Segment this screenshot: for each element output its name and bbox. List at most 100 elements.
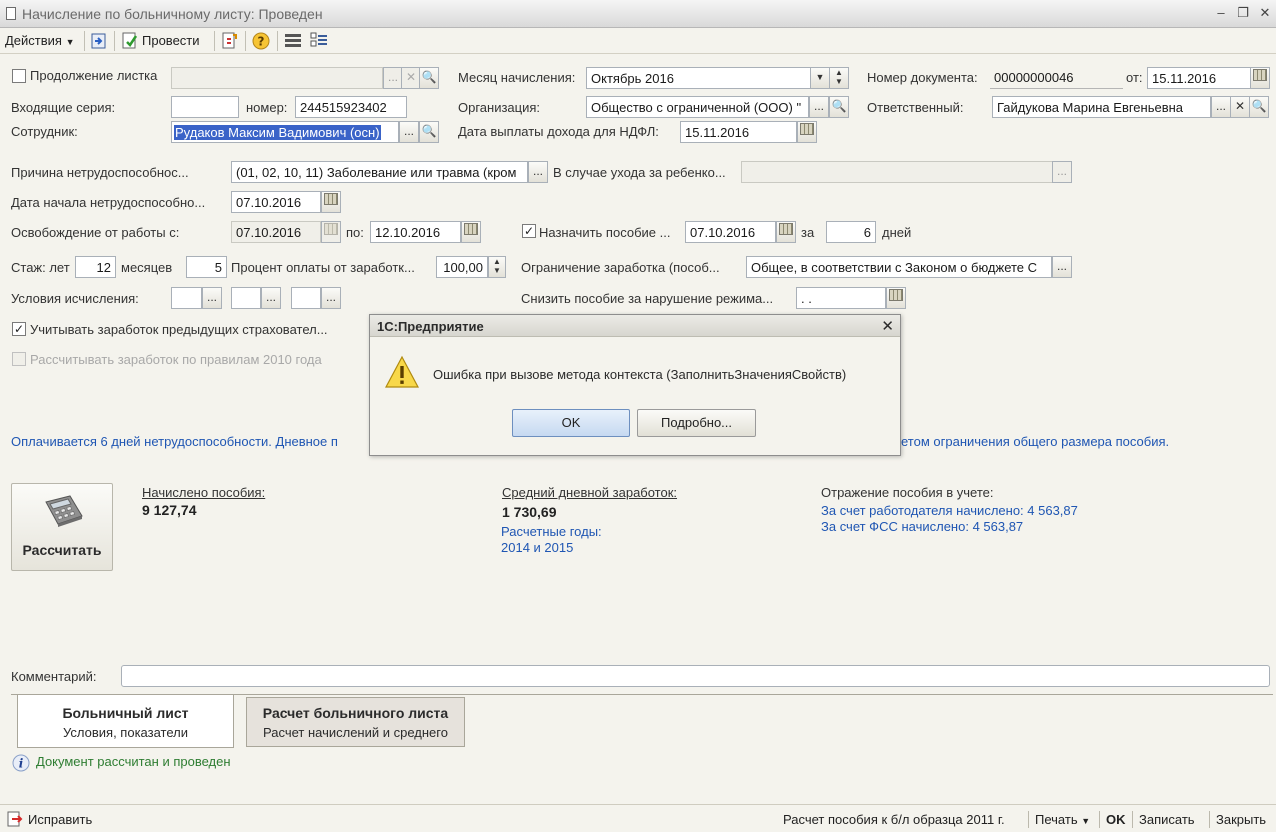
calculate-button[interactable]: Рассчитать — [11, 483, 113, 571]
post-button[interactable]: Провести — [142, 33, 200, 48]
fix-icon[interactable] — [6, 810, 24, 828]
responsible-search-icon[interactable]: 🔍 — [1249, 96, 1269, 118]
percent-label: Процент оплаты от заработк... — [231, 260, 415, 275]
number-field[interactable]: 244515923402 — [295, 96, 407, 118]
start-date-field[interactable]: 07.10.2016 — [231, 191, 321, 213]
condition-3-select-icon[interactable]: ... — [321, 287, 341, 309]
window-title: Начисление по больничному листу: Проведе… — [22, 6, 323, 22]
movements-icon[interactable] — [219, 31, 239, 51]
minimize-icon[interactable]: – — [1212, 5, 1230, 20]
continuation-search-icon[interactable]: 🔍 — [419, 67, 439, 89]
dialog-details-button[interactable]: Подробно... — [637, 409, 756, 437]
condition-1-field[interactable] — [171, 287, 202, 309]
incoming-series-field[interactable] — [171, 96, 239, 118]
responsible-field[interactable]: Гайдукова Марина Евгеньевна — [992, 96, 1211, 118]
reason-label: Причина нетрудоспособнос... — [11, 165, 189, 180]
close-button[interactable]: Закрыть — [1216, 812, 1266, 827]
employee-select-icon[interactable]: ... — [399, 121, 419, 143]
fss-accrued-link[interactable]: За счет ФСС начислено: 4 563,87 — [821, 519, 1023, 534]
reason-field[interactable]: (01, 02, 10, 11) Заболевание или травма … — [231, 161, 528, 183]
percent-field[interactable]: 100,00 — [436, 256, 488, 278]
continuation-label: Продолжение листка — [30, 68, 158, 83]
employee-field[interactable]: Рудаков Максим Вадимович (осн) — [171, 121, 399, 143]
avg-earnings-value: 1 730,69 — [502, 504, 557, 520]
ndfl-date-field[interactable]: 15.11.2016 — [680, 121, 797, 143]
org-search-icon[interactable]: 🔍 — [829, 96, 849, 118]
doc-date-field[interactable]: 15.11.2016 — [1147, 67, 1251, 89]
reduce-date-field[interactable]: . . — [796, 287, 886, 309]
start-date-calendar-icon[interactable] — [321, 191, 341, 213]
release-to-field[interactable]: 12.10.2016 — [370, 221, 461, 243]
list-view-icon[interactable] — [283, 31, 303, 51]
child-care-select-icon: ... — [1052, 161, 1072, 183]
limit-select-icon[interactable]: ... — [1052, 256, 1072, 278]
employee-label: Сотрудник: — [11, 124, 78, 139]
condition-2-field[interactable] — [231, 287, 261, 309]
tab-calculation-title: Расчет больничного листа — [262, 705, 449, 721]
rules-2010-label: Рассчитывать заработок по правилам 2010 … — [30, 352, 322, 367]
years-field[interactable]: 12 — [75, 256, 116, 278]
continuation-checkbox[interactable] — [12, 69, 26, 83]
dialog-close-icon[interactable]: ✕ — [881, 317, 894, 335]
percent-spinner-icon[interactable]: ▲ ▼ — [488, 256, 506, 278]
months-field[interactable]: 5 — [186, 256, 227, 278]
release-from-field: 07.10.2016 — [231, 221, 321, 243]
month-dropdown-icon[interactable]: ▼ — [810, 67, 830, 89]
org-field[interactable]: Общество с ограниченной (ООО) " — [586, 96, 809, 118]
child-care-field — [741, 161, 1053, 183]
reduce-calendar-icon[interactable] — [886, 287, 906, 309]
fix-button[interactable]: Исправить — [28, 812, 92, 827]
employer-accrued-link[interactable]: За счет работодателя начислено: 4 563,87 — [821, 503, 1078, 518]
reflection-label: Отражение пособия в учете: — [821, 485, 994, 500]
accrued-value: 9 127,74 — [142, 502, 197, 518]
dialog-message: Ошибка при вызове метода контекста (Запо… — [433, 367, 847, 382]
start-date-label: Дата начала нетрудоспособно... — [11, 195, 206, 210]
restore-icon[interactable]: ❐ — [1234, 5, 1252, 21]
month-spinner-icon[interactable]: ▲ ▼ — [829, 67, 849, 89]
ndfl-date-label: Дата выплаты дохода для НДФЛ: — [458, 124, 659, 139]
days-field[interactable]: 6 — [826, 221, 876, 243]
tab-sick-leave[interactable]: Больничный лист Условия, показатели — [17, 695, 234, 748]
responsible-select-icon[interactable]: ... — [1211, 96, 1231, 118]
responsible-clear-icon[interactable]: ✕ — [1230, 96, 1250, 118]
tab-calculation-subtitle: Расчет начислений и среднего — [263, 725, 448, 740]
prev-insurers-checkbox[interactable]: ✓ — [12, 322, 26, 336]
help-icon[interactable]: ? — [251, 31, 271, 51]
release-to-calendar-icon[interactable] — [461, 221, 481, 243]
tab-calculation[interactable]: Расчет больничного листа Расчет начислен… — [246, 697, 465, 747]
dialog-ok-button[interactable]: OK — [512, 409, 630, 437]
doc-number-label: Номер документа: — [867, 70, 978, 85]
comment-field[interactable] — [121, 665, 1270, 687]
number-label: номер: — [246, 100, 288, 115]
assign-calendar-icon[interactable] — [776, 221, 796, 243]
actions-menu[interactable]: Действия ▼ — [5, 33, 75, 48]
reduce-label: Снизить пособие за нарушение режима... — [521, 291, 774, 306]
calc-years-label[interactable]: Расчетные годы: — [501, 524, 602, 539]
condition-2-select-icon[interactable]: ... — [261, 287, 281, 309]
structure-icon[interactable] — [309, 31, 329, 51]
assign-date-field[interactable]: 07.10.2016 — [685, 221, 776, 243]
ok-button[interactable]: OK — [1106, 812, 1126, 827]
limit-field[interactable]: Общее, в соответствии с Законом о бюджет… — [746, 256, 1052, 278]
info-icon: i — [12, 754, 30, 772]
post-and-close-icon[interactable] — [89, 31, 109, 51]
calc-years-value[interactable]: 2014 и 2015 — [501, 540, 573, 555]
svg-text:i: i — [19, 757, 24, 771]
assign-label: Назначить пособие ... — [539, 225, 671, 240]
reason-select-icon[interactable]: ... — [528, 161, 548, 183]
month-field[interactable]: Октябрь 2016 — [586, 67, 811, 89]
org-select-icon[interactable]: ... — [809, 96, 829, 118]
sample-calc-button[interactable]: Расчет пособия к б/л образца 2011 г. — [783, 812, 1005, 827]
condition-1-select-icon[interactable]: ... — [202, 287, 222, 309]
employee-search-icon[interactable]: 🔍 — [419, 121, 439, 143]
assign-checkbox[interactable]: ✓ — [522, 224, 536, 238]
calendar-icon[interactable] — [1250, 67, 1270, 89]
condition-3-field[interactable] — [291, 287, 321, 309]
save-button[interactable]: Записать — [1139, 812, 1195, 827]
error-dialog: 1С:Предприятие ✕ Ошибка при вызове метод… — [369, 314, 901, 456]
print-menu[interactable]: Печать ▼ — [1035, 812, 1090, 827]
post-icon[interactable] — [120, 31, 140, 51]
close-icon[interactable]: ✕ — [1256, 5, 1274, 21]
warning-icon — [385, 355, 419, 388]
ndfl-calendar-icon[interactable] — [797, 121, 817, 143]
